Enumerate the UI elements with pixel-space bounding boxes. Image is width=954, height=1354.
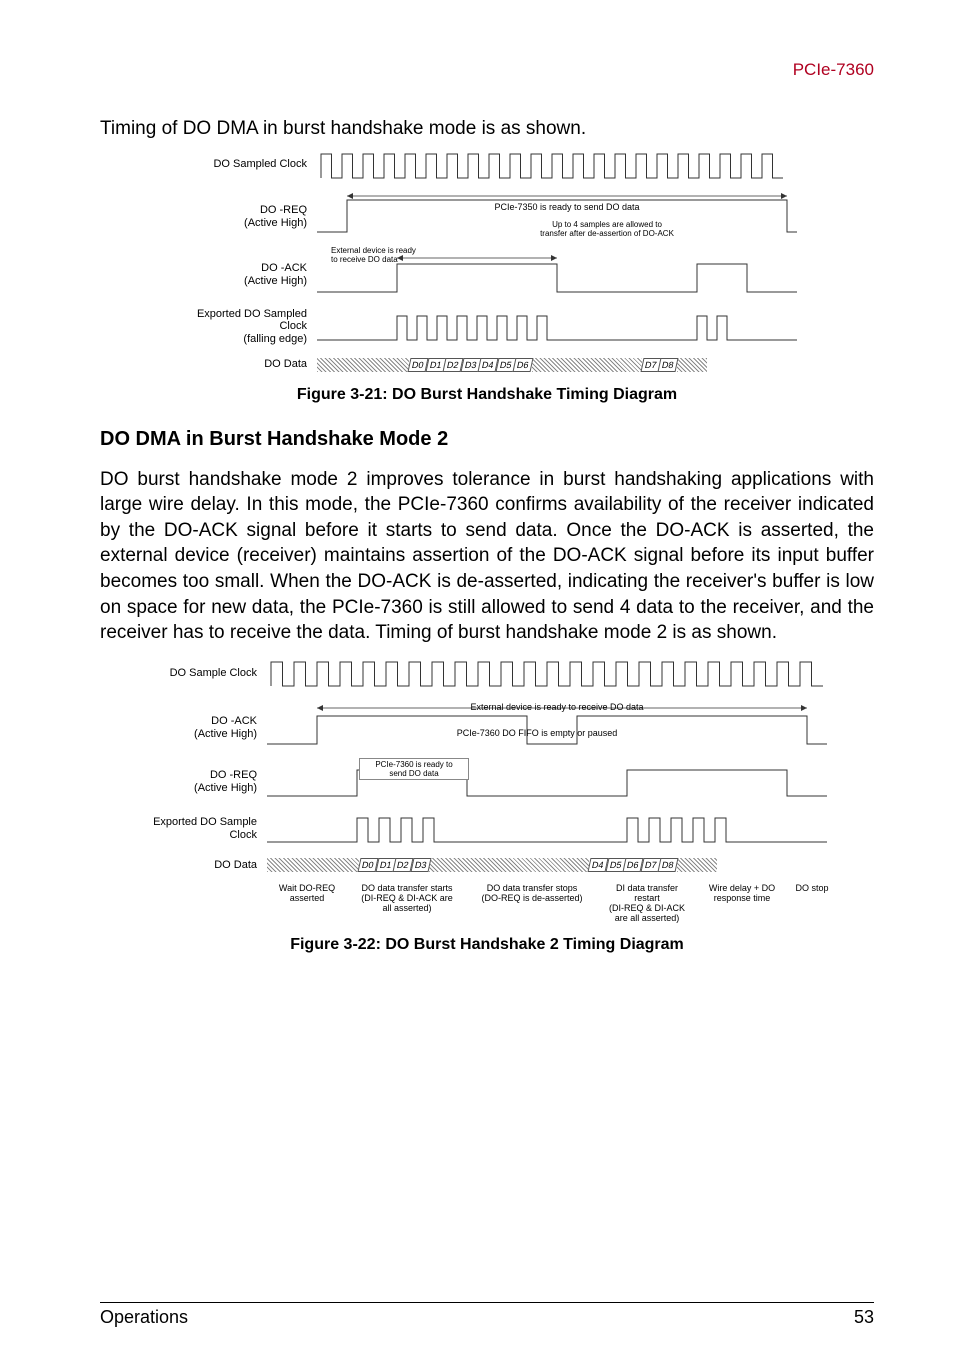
- fig1-annot-allowed: Up to 4 samples are allowed to transfer …: [507, 220, 707, 238]
- fig1-annot-extready: External device is ready to receive DO d…: [331, 246, 451, 264]
- fig2-annot-starts: DO data transfer starts (DI-REQ & DI-ACK…: [347, 884, 467, 924]
- fig1-label-sampled-clock: DO Sampled Clock: [167, 158, 317, 171]
- fig2-label-exported: Exported DO Sample Clock: [137, 816, 267, 841]
- data-cell: D8: [658, 358, 678, 372]
- fig2-label-do-data: DO Data: [137, 859, 267, 872]
- fig1-label-do-data: DO Data: [167, 358, 317, 371]
- figure-3-21-caption: Figure 3-21: DO Burst Handshake Timing D…: [100, 386, 874, 404]
- page-header-product: PCIe-7360: [100, 60, 874, 80]
- fig2-annot-fifo: PCIe-7360 DO FIFO is empty or paused: [417, 728, 657, 738]
- figure-3-22-caption: Figure 3-22: DO Burst Handshake 2 Timing…: [100, 936, 874, 954]
- fig2-annot-dostop: DO stop: [787, 884, 837, 924]
- fig1-annot-ready: PCIe-7350 is ready to send DO data: [467, 202, 667, 212]
- fig2-label-sample-clock: DO Sample Clock: [137, 667, 267, 680]
- footer-left: Operations: [100, 1307, 188, 1328]
- fig2-label-do-req: DO -REQ (Active High): [137, 769, 267, 794]
- fig1-label-do-ack: DO -ACK (Active High): [167, 262, 317, 287]
- figure-3-22: DO Sample Clock DO -ACK (Active High): [100, 656, 874, 924]
- fig2-annot-ready: PCIe-7360 is ready to send DO data: [359, 758, 469, 780]
- data-cell: D6: [513, 358, 533, 372]
- fig2-annot-stops: DO data transfer stops (DO-REQ is de-ass…: [467, 884, 597, 924]
- fig1-label-exported: Exported DO Sampled Clock (falling edge): [167, 308, 317, 346]
- body-paragraph: DO burst handshake mode 2 improves toler…: [100, 467, 874, 646]
- fig2-annot-extready: External device is ready to receive DO d…: [437, 702, 677, 712]
- fig2-annot-wait: Wait DO-REQ asserted: [267, 884, 347, 924]
- fig2-label-do-ack: DO -ACK (Active High): [137, 715, 267, 740]
- figure-3-21: DO Sampled Clock: [100, 148, 874, 374]
- fig2-annot-wiredelay: Wire delay + DO response time: [697, 884, 787, 924]
- fig2-annot-restart: DI data transfer restart (DI-REQ & DI-AC…: [597, 884, 697, 924]
- fig1-label-do-req: DO -REQ (Active High): [167, 204, 317, 229]
- intro-paragraph: Timing of DO DMA in burst handshake mode…: [100, 116, 874, 142]
- section-heading: DO DMA in Burst Handshake Mode 2: [100, 428, 874, 451]
- data-cell: D3: [410, 858, 430, 872]
- data-cell: D8: [658, 858, 678, 872]
- footer-right: 53: [854, 1307, 874, 1328]
